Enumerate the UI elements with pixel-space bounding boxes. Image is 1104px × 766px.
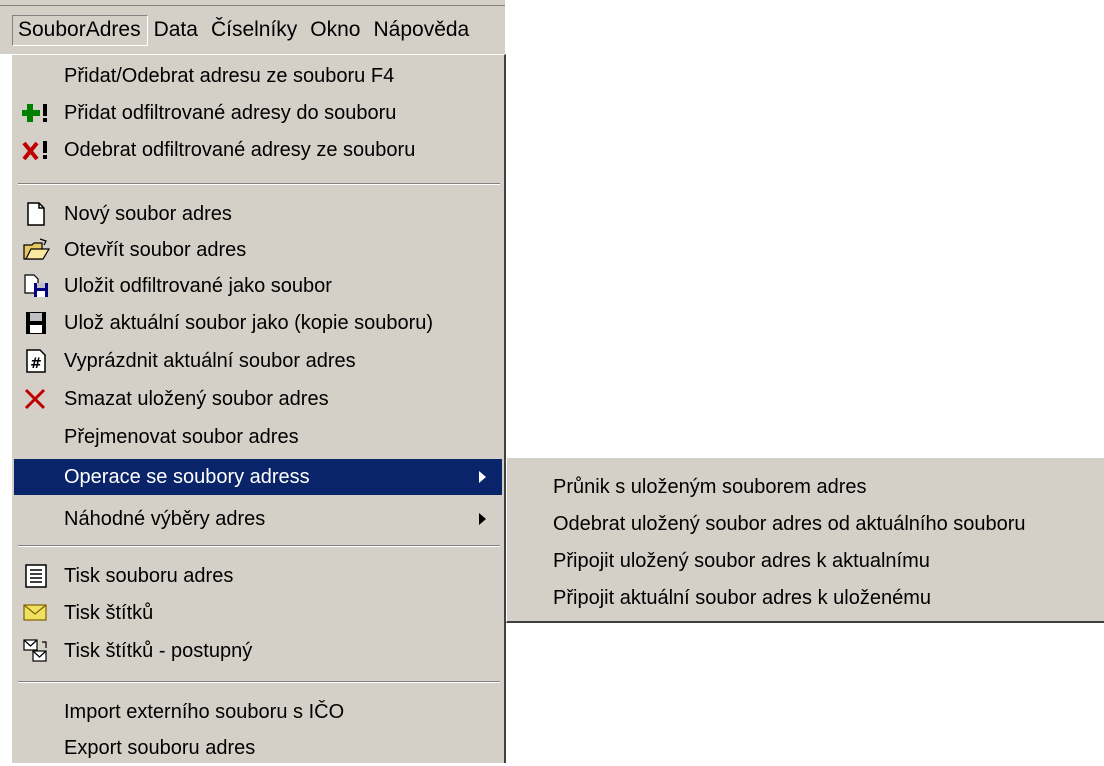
menu-item-uloz-aktualni[interactable]: Ulož aktuální soubor jako (kopie souboru…: [14, 305, 502, 341]
menu-item-label: Smazat uložený soubor adres: [64, 388, 329, 410]
submenu-item-label: Připojit uložený soubor adres k aktualní…: [553, 550, 930, 572]
menu-item-operace-se-soubory[interactable]: Operace se soubory adress: [14, 459, 502, 495]
menu-item-label: Import externího souboru s IČO: [64, 701, 345, 723]
floppy-disk-icon: [26, 312, 46, 334]
submenu-item-prunik[interactable]: Průnik s uloženým souborem adres: [507, 468, 1103, 506]
menu-separator: [18, 545, 500, 547]
menu-item-ulozit-odfiltrovane[interactable]: Uložit odfiltrované jako soubor: [14, 268, 502, 304]
envelope-icon: [23, 604, 47, 621]
menu-item-pridat-odebrat-adresu[interactable]: Přidat/Odebrat adresu ze souboru F4: [14, 58, 502, 94]
new-file-icon: [27, 202, 45, 226]
menu-item-label: Uložit odfiltrované jako soubor: [64, 275, 332, 297]
menu-item-vyprazdnit[interactable]: # Vyprázdnit aktuální soubor adres: [14, 343, 502, 379]
menu-napoveda[interactable]: Nápověda: [368, 15, 477, 46]
svg-text:#: #: [30, 356, 42, 372]
menu-separator: [18, 681, 500, 683]
menu-item-nahodne-vybery[interactable]: Náhodné výběry adres: [14, 501, 502, 537]
submenu-item-pripojit-ulozeny[interactable]: Připojit uložený soubor adres k aktualní…: [507, 542, 1103, 580]
menu-item-label: Export souboru adres: [64, 737, 256, 759]
submenu-item-odebrat-ulozeny[interactable]: Odebrat uložený soubor adres od aktuální…: [507, 505, 1103, 543]
save-filtered-icon: [24, 274, 48, 297]
menu-item-label: Tisk štítků: [64, 602, 154, 624]
submenu-arrow-icon: [479, 471, 486, 483]
menu-item-export[interactable]: Export souboru adres: [14, 730, 502, 766]
menu-item-label: Přejmenovat soubor adres: [64, 426, 299, 448]
menu-item-label: Tisk štítků - postupný: [64, 640, 253, 662]
menu-item-label: Odebrat odfiltrované adresy ze souboru: [64, 139, 416, 161]
submenu-arrow-icon: [479, 513, 486, 525]
souboradres-dropdown: Přidat/Odebrat adresu ze souboru F4 Přid…: [10, 54, 506, 763]
menu-separator: [18, 183, 500, 185]
menu-item-label: Přidat odfiltrované adresy do souboru: [64, 102, 397, 124]
menu-item-tisk-stitku[interactable]: Tisk štítků: [14, 595, 502, 631]
menu-item-prejmenovat[interactable]: Přejmenovat soubor adres: [14, 419, 502, 455]
menu-item-label: Přidat/Odebrat adresu ze souboru F4: [64, 65, 395, 87]
menu-okno[interactable]: Okno: [304, 15, 367, 46]
menu-item-novy-soubor[interactable]: Nový soubor adres: [14, 196, 502, 232]
submenu-item-label: Odebrat uložený soubor adres od aktuální…: [553, 513, 1026, 535]
remove-filtered-icon: [22, 141, 47, 161]
menu-item-label: Operace se soubory adress: [64, 466, 310, 488]
menu-item-import[interactable]: Import externího souboru s IČO: [14, 694, 502, 730]
menu-bar: SouborAdres Data Číselníky Okno Nápověda: [0, 6, 505, 54]
menu-data[interactable]: Data: [148, 15, 205, 46]
open-folder-icon: [23, 238, 50, 260]
empty-file-icon: #: [26, 349, 46, 373]
menu-item-label: Vyprázdnit aktuální soubor adres: [64, 350, 356, 372]
menu-item-tisk-souboru[interactable]: Tisk souboru adres: [14, 558, 502, 594]
submenu-item-label: Průnik s uloženým souborem adres: [553, 476, 867, 498]
submenu-item-pripojit-aktualni[interactable]: Připojit aktuální soubor adres k uložené…: [507, 579, 1103, 617]
print-document-icon: [25, 564, 47, 588]
add-filtered-icon: [22, 104, 47, 122]
operace-submenu: Průnik s uloženým souborem adres Odebrat…: [506, 457, 1104, 623]
menu-ciselniky[interactable]: Číselníky: [205, 15, 304, 46]
menu-item-label: Nový soubor adres: [64, 203, 232, 225]
menu-item-label: Ulož aktuální soubor jako (kopie souboru…: [64, 312, 434, 334]
envelope-sequence-icon: [23, 639, 47, 662]
menu-item-label: Tisk souboru adres: [64, 565, 234, 587]
menu-item-pridat-odfiltrovane[interactable]: Přidat odfiltrované adresy do souboru: [14, 95, 502, 131]
menu-item-odebrat-odfiltrovane[interactable]: Odebrat odfiltrované adresy ze souboru: [14, 132, 502, 168]
delete-x-icon: [24, 388, 46, 410]
submenu-item-label: Připojit aktuální soubor adres k uložené…: [553, 587, 931, 609]
menu-item-tisk-stitku-postupny[interactable]: Tisk štítků - postupný: [14, 633, 502, 669]
menu-item-label: Náhodné výběry adres: [64, 508, 266, 530]
menu-souboradres[interactable]: SouborAdres: [12, 14, 148, 46]
menu-item-smazat[interactable]: Smazat uložený soubor adres: [14, 381, 502, 417]
menu-item-label: Otevřít soubor adres: [64, 239, 247, 261]
menu-item-otevrit-soubor[interactable]: Otevřít soubor adres: [14, 232, 502, 268]
